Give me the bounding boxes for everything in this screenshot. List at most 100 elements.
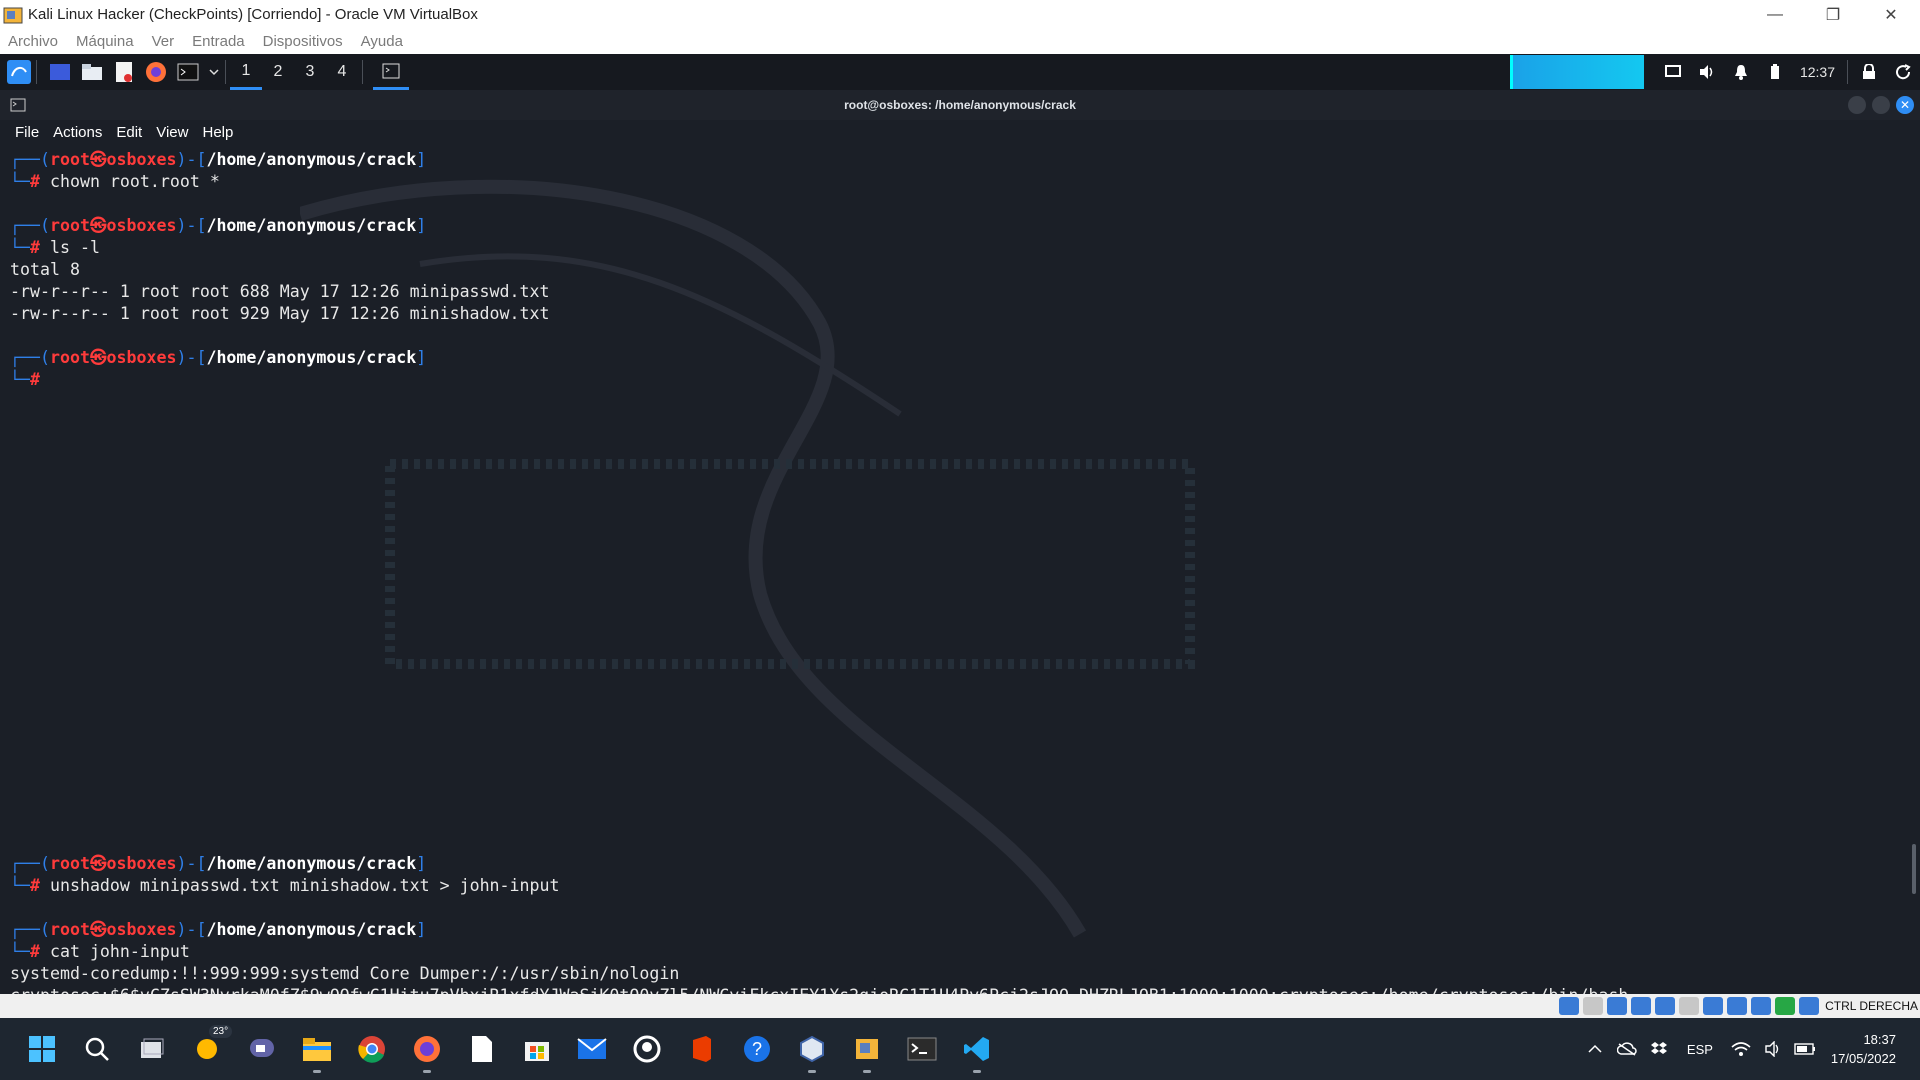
search-icon[interactable] xyxy=(79,1031,115,1067)
restore-button[interactable]: ❐ xyxy=(1804,0,1862,29)
speaker-icon[interactable] xyxy=(1762,1038,1784,1060)
command-text: chown root.root * xyxy=(49,172,220,191)
shared-folders-icon[interactable] xyxy=(1679,997,1700,1015)
audio-icon[interactable] xyxy=(1607,997,1628,1015)
task-view-icon[interactable] xyxy=(134,1031,170,1067)
system-tray: ESP 18:37 17/05/2022 xyxy=(1579,1018,1920,1080)
clock-time: 18:37 xyxy=(1863,1032,1896,1047)
menu-maquina[interactable]: Máquina xyxy=(76,33,134,50)
windows-terminal-icon[interactable] xyxy=(904,1031,940,1067)
usb-icon[interactable] xyxy=(1655,997,1676,1015)
vscode-icon[interactable] xyxy=(959,1031,995,1073)
virtualbox-taskbar-icon[interactable] xyxy=(794,1031,830,1073)
chrome-icon[interactable] xyxy=(354,1031,390,1067)
network-icon[interactable] xyxy=(1631,997,1652,1015)
lock-screen-icon[interactable] xyxy=(1855,54,1883,90)
workspace-2[interactable]: 2 xyxy=(262,54,294,90)
office-icon[interactable] xyxy=(684,1031,720,1067)
optical-drive-icon[interactable] xyxy=(1583,997,1604,1015)
terminal-menu-view[interactable]: View xyxy=(156,124,188,141)
video-capture-icon[interactable] xyxy=(1727,997,1748,1015)
prompt-line: ┌──(root㉿osboxes)-[/home/anonymous/crack… xyxy=(10,347,1628,369)
terminal-menu-edit[interactable]: Edit xyxy=(116,124,142,141)
output-line: -rw-r--r-- 1 root root 929 May 17 12:26 … xyxy=(10,304,550,323)
taskbar-clock[interactable]: 18:37 17/05/2022 xyxy=(1831,1030,1896,1068)
weather-widget[interactable]: 23° xyxy=(189,1025,233,1067)
display-status-icon[interactable] xyxy=(1703,997,1724,1015)
mail-icon[interactable] xyxy=(574,1031,610,1067)
kali-clock[interactable]: 12:37 xyxy=(1800,64,1835,80)
teams-chat-icon[interactable] xyxy=(244,1031,280,1067)
menu-ayuda[interactable]: Ayuda xyxy=(361,33,403,50)
prompt-frame: )-[ xyxy=(176,854,207,873)
help-icon[interactable]: ? xyxy=(739,1031,775,1067)
prompt-symbol: # xyxy=(29,370,40,389)
notifications-icon[interactable] xyxy=(1727,54,1755,90)
mouse-integration-icon[interactable] xyxy=(1775,997,1796,1015)
start-button[interactable] xyxy=(24,1031,60,1067)
menu-archivo[interactable]: Archivo xyxy=(8,33,58,50)
show-desktop-icon[interactable] xyxy=(47,59,73,85)
dropbox-icon[interactable] xyxy=(1648,1038,1670,1060)
battery-icon[interactable] xyxy=(1761,54,1789,90)
panel-divider xyxy=(362,60,363,84)
hdd-icon[interactable] xyxy=(1559,997,1580,1015)
terminal-menu-file[interactable]: File xyxy=(15,124,39,141)
menu-dispositivos[interactable]: Dispositivos xyxy=(263,33,343,50)
prompt-user: root xyxy=(49,920,90,939)
workspace-1[interactable]: 1 xyxy=(230,54,262,90)
battery-status-icon[interactable] xyxy=(1794,1038,1816,1060)
file-explorer-icon[interactable] xyxy=(299,1031,335,1073)
workspace-4[interactable]: 4 xyxy=(326,54,358,90)
terminal-scrollbar[interactable] xyxy=(1912,844,1916,894)
close-button[interactable]: ✕ xyxy=(1862,0,1920,29)
onedrive-icon[interactable] xyxy=(1616,1038,1638,1060)
window-title: Kali Linux Hacker (CheckPoints) [Corrien… xyxy=(28,6,478,23)
display-icon[interactable] xyxy=(1659,54,1687,90)
terminal-menu-help[interactable]: Help xyxy=(202,124,233,141)
prompt-symbol: # xyxy=(29,238,40,257)
virtualbox-titlebar: Kali Linux Hacker (CheckPoints) [Corrien… xyxy=(0,0,1920,29)
terminal-output-area[interactable]: ┌──(root㉿osboxes)-[/home/anonymous/crack… xyxy=(0,144,1920,994)
volume-icon[interactable] xyxy=(1693,54,1721,90)
terminal-menu-actions[interactable]: Actions xyxy=(53,124,102,141)
minimize-button[interactable]: — xyxy=(1746,0,1804,29)
firefox-taskbar-icon[interactable] xyxy=(409,1031,445,1073)
power-icon[interactable] xyxy=(1889,54,1917,90)
chevron-down-icon[interactable] xyxy=(207,59,221,85)
file-manager-icon[interactable] xyxy=(79,59,105,85)
command-line: └─# chown root.root * xyxy=(10,171,1628,193)
kali-menu-icon[interactable] xyxy=(6,59,32,85)
prompt-line: ┌──(root㉿osboxes)-[/home/anonymous/crack… xyxy=(10,853,1628,875)
terminal-close-button[interactable]: ✕ xyxy=(1896,96,1914,114)
prompt-frame: ] xyxy=(416,920,427,939)
virtual-machine-icon[interactable] xyxy=(849,1031,885,1073)
github-desktop-icon[interactable] xyxy=(629,1031,665,1067)
text-editor-icon[interactable] xyxy=(111,59,137,85)
cpu-usage-graph[interactable] xyxy=(1509,55,1644,89)
virtualization-icon[interactable] xyxy=(1751,997,1772,1015)
terminal-launcher-icon[interactable] xyxy=(175,59,201,85)
prompt-at: ㉿ xyxy=(89,150,107,169)
wifi-icon[interactable] xyxy=(1730,1038,1752,1060)
microsoft-store-icon[interactable] xyxy=(519,1031,555,1067)
workspace-3[interactable]: 3 xyxy=(294,54,326,90)
language-indicator[interactable]: ESP xyxy=(1687,1042,1713,1057)
terminal-minimize-button[interactable] xyxy=(1848,96,1866,114)
keyboard-capture-icon[interactable] xyxy=(1799,997,1820,1015)
chevron-up-icon[interactable] xyxy=(1584,1038,1606,1060)
command-line: └─# xyxy=(10,369,1628,391)
notepad-icon[interactable] xyxy=(464,1031,500,1067)
prompt-user: root xyxy=(49,854,90,873)
menu-entrada[interactable]: Entrada xyxy=(192,33,245,50)
firefox-icon[interactable] xyxy=(143,59,169,85)
terminal-maximize-button[interactable] xyxy=(1872,96,1890,114)
terminal-window-button[interactable] xyxy=(373,54,409,90)
menu-ver[interactable]: Ver xyxy=(152,33,175,50)
